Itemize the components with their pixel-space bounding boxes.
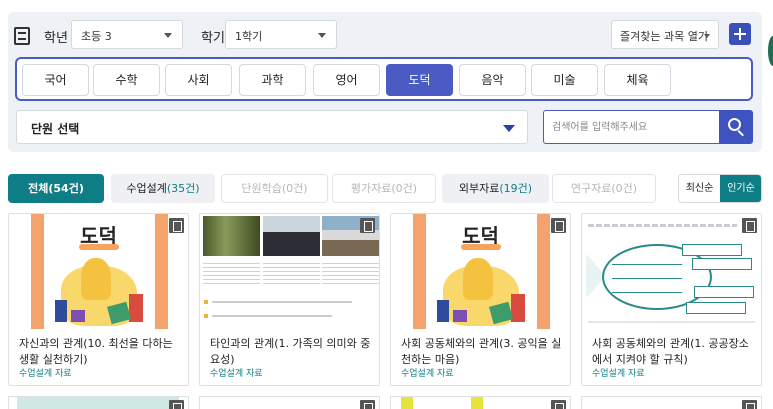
grade-label: 학년 <box>44 31 68 46</box>
subject-tab-active[interactable]: 도덕 <box>386 64 453 96</box>
favorite-subjects-label: 즐겨찾는 과목 열기 <box>620 30 708 43</box>
resource-card-partial[interactable] <box>8 396 189 409</box>
triangle-down-icon <box>503 125 515 132</box>
card-title: 사회 공동체와의 관계(3. 공익을 실천하는 마음) <box>401 337 562 366</box>
card-type: 수업설계 자료 <box>592 369 645 379</box>
card-type: 수업설계 자료 <box>210 369 263 379</box>
tab-label: 연구자료 <box>570 182 612 195</box>
copy-icon[interactable] <box>551 218 566 233</box>
card-title: 사회 공동체와의 관계(1. 공공장소에서 지켜야 할 규칙) <box>592 337 749 366</box>
semester-select[interactable]: 1학기 <box>225 20 337 49</box>
semester-label: 학기 <box>201 31 225 46</box>
card-title: 타인과의 관계(1. 가족의 의미와 중요성) <box>210 337 371 366</box>
subject-tab-label: 사회 <box>187 73 210 87</box>
subject-tab-label: 미술 <box>553 73 576 87</box>
tab-label: 외부자료 <box>458 182 500 195</box>
tab-label: 수업설계 <box>126 182 167 195</box>
subject-tab[interactable]: 체육 <box>604 64 671 96</box>
subject-tab[interactable]: 음악 <box>459 64 526 96</box>
document-icon <box>14 27 30 45</box>
subject-tab[interactable]: 영어 <box>313 64 380 96</box>
chevron-down-icon <box>164 33 172 38</box>
resource-card[interactable]: 도덕 사회 공동체와의 관계(3. 공익을 실천하는 마음) 수업설계 자료 <box>390 213 571 386</box>
tab-count: (0건) <box>611 182 638 195</box>
subject-tabs: 국어 수학 사회 과학 영어 도덕 음악 미술 체육 <box>15 57 753 101</box>
subject-tab-label: 체육 <box>626 73 649 87</box>
subject-tab-label: 영어 <box>335 73 358 87</box>
sort-latest[interactable]: 최신순 <box>679 175 720 202</box>
search-icon <box>728 118 741 131</box>
tab-label: 평가자료 <box>350 182 392 195</box>
resource-card[interactable]: 타인과의 관계(1. 가족의 의미와 중요성) 수업설계 자료 <box>199 213 380 386</box>
resource-card-partial[interactable] <box>390 396 571 409</box>
copy-icon[interactable] <box>742 218 757 233</box>
card-title: 자신과의 관계(10. 최선을 다하는 생활 실천하기) <box>19 337 173 366</box>
card-thumbnail <box>200 214 379 329</box>
card-thumbnail: 도덕 <box>391 214 570 329</box>
tab-count: (0건) <box>281 182 308 195</box>
copy-icon[interactable] <box>360 400 375 409</box>
grade-select[interactable]: 초등 3 <box>71 20 183 49</box>
sort-popular[interactable]: 인기순 <box>720 175 761 202</box>
subject-tab[interactable]: 수학 <box>93 64 160 96</box>
tab-lesson-design[interactable]: 수업설계(35건) <box>111 174 215 203</box>
sort-toggle: 최신순 인기순 <box>678 174 762 203</box>
subject-tab-label: 음악 <box>481 73 504 87</box>
card-thumbnail: 도덕 <box>9 214 188 329</box>
resource-card-partial[interactable] <box>199 396 380 409</box>
tab-research[interactable]: 연구자료(0건) <box>552 174 656 203</box>
favorite-subjects-button[interactable]: 즐겨찾는 과목 열기 <box>611 20 719 49</box>
subject-tab-label: 과학 <box>261 73 284 87</box>
card-thumbnail <box>582 214 761 329</box>
copy-icon[interactable] <box>169 400 184 409</box>
subject-tab[interactable]: 사회 <box>165 64 232 96</box>
add-icon[interactable] <box>729 23 751 45</box>
tab-count: (54건) <box>48 182 84 195</box>
chevron-down-icon <box>318 33 326 38</box>
semester-select-value: 1학기 <box>235 30 263 43</box>
resource-card[interactable]: 사회 공동체와의 관계(1. 공공장소에서 지켜야 할 규칙) 수업설계 자료 <box>581 213 762 386</box>
subject-tab-label: 수학 <box>115 73 138 87</box>
tab-count: (0건) <box>391 182 418 195</box>
search-icon-handle <box>737 130 744 137</box>
subject-tab-label: 도덕 <box>408 73 431 87</box>
resource-card[interactable]: 도덕 자신과의 관계(10. 최선을 다하는 생활 실천하기) 수업설계 자료 <box>8 213 189 386</box>
tab-all[interactable]: 전체(54건) <box>8 174 104 203</box>
subject-tab-label: 국어 <box>44 73 67 87</box>
subject-tab[interactable]: 미술 <box>531 64 598 96</box>
subject-tab[interactable]: 국어 <box>22 64 89 96</box>
grade-select-value: 초등 3 <box>81 30 112 43</box>
chevron-down-icon <box>704 34 710 38</box>
tab-evaluation[interactable]: 평가자료(0건) <box>332 174 436 203</box>
copy-icon[interactable] <box>169 218 184 233</box>
unit-select-value: 단원 선택 <box>31 122 80 136</box>
card-type: 수업설계 자료 <box>19 369 72 379</box>
subject-tab[interactable]: 과학 <box>239 64 306 96</box>
card-type: 수업설계 자료 <box>401 369 454 379</box>
tab-label: 단원학습 <box>241 182 282 195</box>
resource-card-partial[interactable] <box>581 396 762 409</box>
tab-count: (35건) <box>166 182 200 195</box>
tab-external[interactable]: 외부자료(19건) <box>442 174 549 203</box>
tab-count: (19건) <box>499 182 533 195</box>
copy-icon[interactable] <box>551 400 566 409</box>
tab-label: 전체 <box>28 182 49 195</box>
tab-unit-study[interactable]: 단원학습(0건) <box>221 174 328 203</box>
search-button[interactable] <box>719 110 753 144</box>
floating-widget-edge[interactable] <box>768 36 773 66</box>
unit-select[interactable]: 단원 선택 <box>16 110 528 144</box>
copy-icon[interactable] <box>742 400 757 409</box>
search-field <box>543 110 719 144</box>
search-input[interactable] <box>544 111 719 143</box>
copy-icon[interactable] <box>360 218 375 233</box>
